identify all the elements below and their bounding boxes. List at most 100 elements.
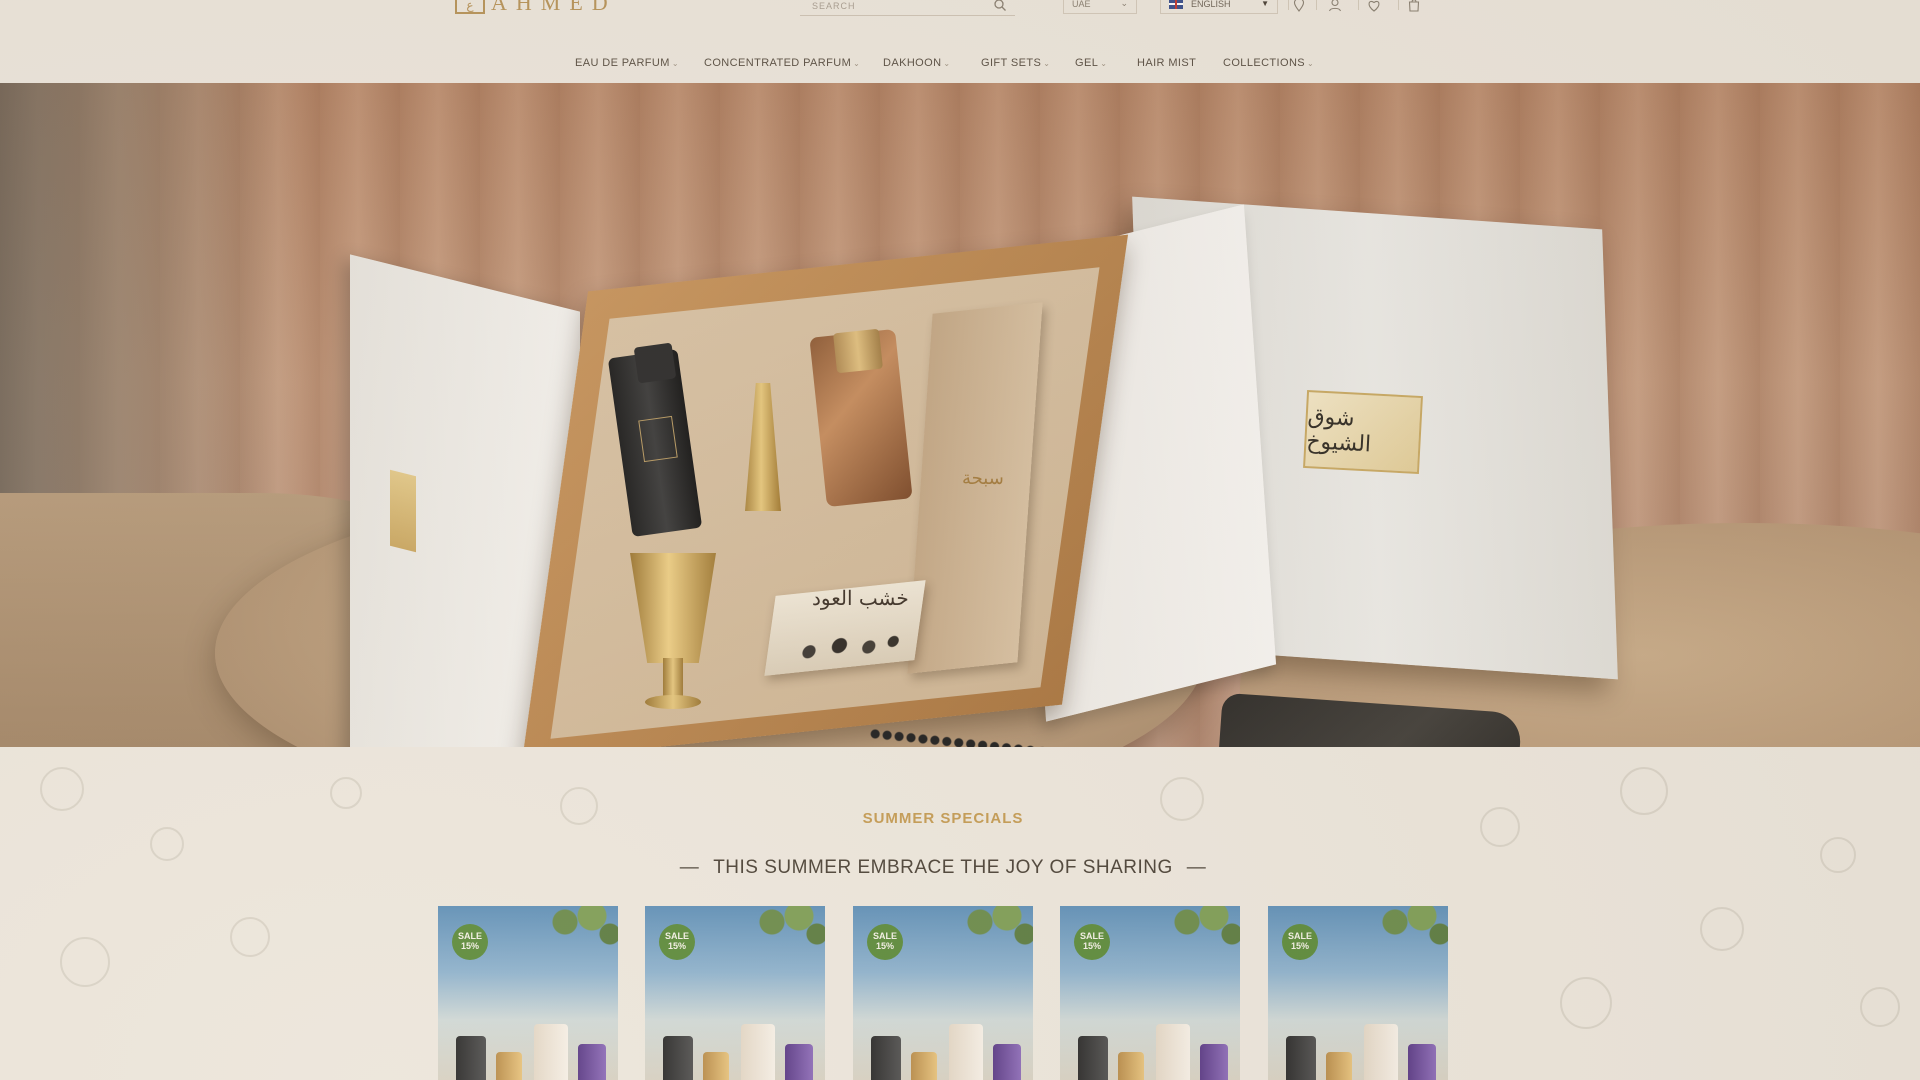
section-title-text: THIS SUMMER EMBRACE THE JOY OF SHARING	[713, 857, 1173, 878]
divider	[1288, 0, 1289, 10]
nav-item-collections[interactable]: COLLECTIONS ⌄	[1223, 57, 1314, 69]
product-card[interactable]: SALE 15%	[853, 906, 1033, 1080]
sale-badge-percent: 15%	[667, 941, 686, 951]
main-navigation: EAU DE PARFUM ⌄ CONCENTRATED PARFUM ⌄ DAKH…	[0, 45, 1920, 84]
nav-label: COLLECTIONS	[1223, 57, 1306, 69]
product-bottle	[1118, 1052, 1144, 1080]
product-bottle	[741, 1024, 775, 1080]
nav-item-hair-mist[interactable]: HAIR MIST	[1137, 57, 1196, 69]
product-card[interactable]: SALE 15%	[645, 906, 825, 1080]
nav-label: HAIR MIST	[1137, 57, 1197, 69]
sale-badge-percent: 15%	[460, 941, 479, 951]
cart-icon[interactable]	[1405, 0, 1423, 14]
user-icon[interactable]	[1326, 0, 1344, 14]
product-bottle	[534, 1024, 568, 1080]
uk-flag-icon	[1169, 0, 1183, 9]
product-bottle	[785, 1044, 813, 1080]
section-kicker: SUMMER SPECIALS	[862, 810, 1024, 827]
background-doodle	[1620, 767, 1668, 815]
section-title: — THIS SUMMER EMBRACE THE JOY OF SHARING —	[0, 857, 1886, 879]
sale-badge-percent: 15%	[1290, 941, 1309, 951]
sale-badge: SALE 15%	[1282, 924, 1318, 960]
gift-box-seal	[390, 469, 416, 553]
chevron-down-icon: ⌄	[1307, 59, 1315, 68]
product-bottle	[1078, 1036, 1108, 1080]
nav-label: GEL	[1075, 57, 1099, 69]
sale-badge: SALE 15%	[452, 924, 488, 960]
language-label: ENGLISH	[1191, 0, 1231, 9]
chevron-down-icon: ⌄	[943, 59, 951, 68]
product-bottle	[1286, 1036, 1316, 1080]
nav-label: DAKHOON	[883, 57, 942, 69]
chevron-down-icon: ⌄	[853, 59, 861, 68]
background-doodle	[40, 767, 84, 811]
nav-label: GIFT SETS	[981, 57, 1042, 69]
gift-box-name-plate: شوق الشيوخ	[1303, 390, 1423, 474]
background-doodle	[150, 827, 184, 861]
product-card[interactable]: SALE 15%	[1268, 906, 1448, 1080]
sale-badge: SALE 15%	[1074, 924, 1110, 960]
product-bottle	[456, 1036, 486, 1080]
logo-text: AHMED	[491, 0, 617, 15]
misbaha-box-label: سبحة	[962, 468, 1004, 489]
country-select[interactable]: UAE ⌄	[1063, 0, 1137, 14]
nav-item-concentrated-parfum[interactable]: CONCENTRATED PARFUM ⌄	[704, 57, 860, 69]
sale-badge-percent: 15%	[1082, 941, 1101, 951]
background-doodle	[1700, 907, 1744, 951]
language-select[interactable]: ENGLISH ▼	[1160, 0, 1278, 14]
chevron-down-icon: ⌄	[1100, 59, 1108, 68]
title-dash-left: —	[679, 857, 700, 878]
background-doodle	[1560, 977, 1612, 1029]
oud-wood-label: خشب العود	[812, 586, 909, 610]
background-doodle	[1860, 987, 1900, 1027]
product-card[interactable]: SALE 15%	[1060, 906, 1240, 1080]
product-bottle	[578, 1044, 606, 1080]
summer-specials-section: SUMMER SPECIALS — THIS SUMMER EMBRACE THE…	[0, 747, 1920, 1080]
country-label: UAE	[1072, 0, 1091, 9]
hero-banner[interactable]: شوق الشيوخ سبحة خشب العود	[0, 83, 1920, 747]
nav-label: CONCENTRATED PARFUM	[704, 57, 852, 69]
nav-item-dakhoon[interactable]: DAKHOON ⌄	[883, 57, 951, 69]
search-input[interactable]	[800, 0, 1015, 16]
chevron-down-icon: ⌄	[671, 59, 679, 68]
product-card[interactable]: SALE 15%	[438, 906, 618, 1080]
product-bottle	[911, 1052, 937, 1080]
sale-badge: SALE 15%	[659, 924, 695, 960]
product-bottle	[993, 1044, 1021, 1080]
product-bottle	[1408, 1044, 1436, 1080]
product-bottle	[949, 1024, 983, 1080]
location-icon[interactable]	[1290, 0, 1308, 14]
logo-mark: ع	[455, 0, 485, 14]
divider	[1316, 0, 1317, 10]
heart-icon[interactable]	[1365, 0, 1383, 14]
search-icon[interactable]	[993, 0, 1007, 12]
title-dash-right: —	[1186, 857, 1207, 878]
product-bottle	[663, 1036, 693, 1080]
card-foliage	[1160, 906, 1240, 958]
curtain-shadow	[0, 83, 300, 533]
card-foliage	[1368, 906, 1448, 958]
product-bottle	[1200, 1044, 1228, 1080]
black-bottle-label	[638, 415, 678, 463]
product-bottle	[1156, 1024, 1190, 1080]
divider	[1358, 0, 1359, 10]
card-foliage	[745, 906, 825, 958]
gold-cup-base	[645, 695, 701, 709]
chevron-down-icon: ⌄	[1043, 59, 1051, 68]
nav-item-eau-de-parfum[interactable]: EAU DE PARFUM ⌄	[575, 57, 679, 69]
background-doodle	[330, 777, 362, 809]
nav-item-gel[interactable]: GEL ⌄	[1075, 57, 1107, 69]
chevron-down-icon: ⌄	[1120, 0, 1128, 8]
product-bottle	[703, 1052, 729, 1080]
divider	[1398, 0, 1399, 10]
product-bottle	[871, 1036, 901, 1080]
sale-badge: SALE 15%	[867, 924, 903, 960]
card-foliage	[538, 906, 618, 958]
background-doodle	[230, 917, 270, 957]
sale-badge-percent: 15%	[875, 941, 894, 951]
background-doodle	[60, 937, 110, 987]
nav-item-gift-sets[interactable]: GIFT SETS ⌄	[981, 57, 1050, 69]
brand-logo[interactable]: ع AHMED	[455, 0, 617, 16]
amber-bottle-cap	[833, 328, 883, 374]
card-foliage	[953, 906, 1033, 958]
